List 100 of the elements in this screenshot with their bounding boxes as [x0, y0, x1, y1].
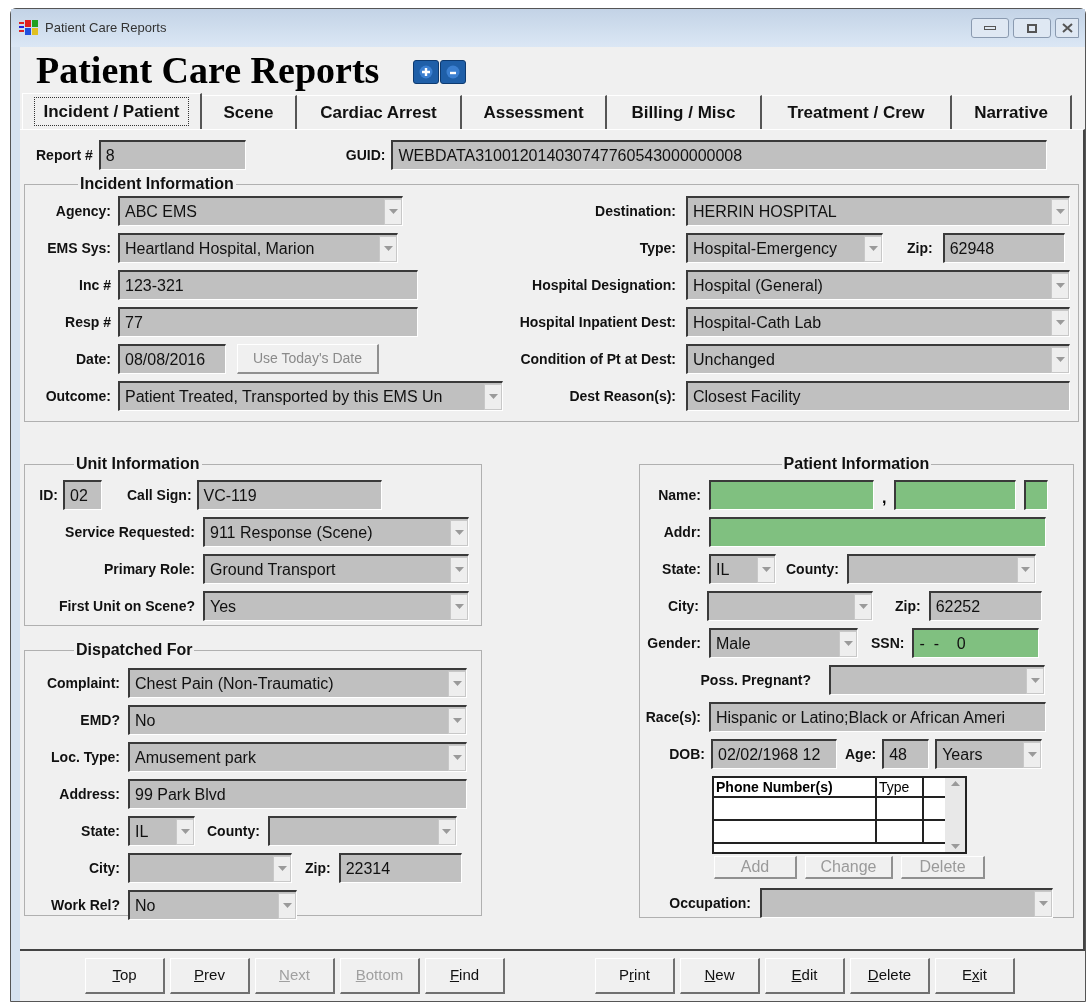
- dropdown-field[interactable]: No: [128, 705, 467, 735]
- field-label: Condition of Pt at Dest:: [520, 350, 676, 367]
- tab[interactable]: Incident / Patient: [22, 93, 202, 129]
- text-field[interactable]: 123-321: [118, 270, 418, 300]
- tab[interactable]: Assessment: [462, 95, 607, 129]
- text-field[interactable]: [709, 480, 874, 510]
- dropdown-field[interactable]: Years: [935, 739, 1043, 769]
- remove-button[interactable]: [440, 60, 467, 84]
- dropdown-field[interactable]: [707, 591, 873, 621]
- field-label: First Unit on Scene?: [58, 597, 195, 614]
- caret-icon: [868, 246, 878, 251]
- field-label: Poss. Pregnant?: [700, 671, 811, 688]
- text-field[interactable]: 77: [118, 307, 418, 337]
- dropdown-field[interactable]: Chest Pain (Non-Traumatic): [128, 668, 467, 698]
- field-label: Outcome:: [45, 387, 111, 404]
- text-field[interactable]: 62948: [942, 233, 1065, 263]
- field-label: Loc. Type:: [51, 748, 120, 765]
- dropdown-field[interactable]: Male: [709, 628, 858, 658]
- field-label: Age:: [845, 745, 877, 762]
- caret-icon: [454, 567, 464, 572]
- form-button[interactable]: Find: [425, 958, 505, 994]
- field-label: Destination:: [595, 202, 676, 219]
- caret-icon: [282, 903, 292, 908]
- text-field[interactable]: 8: [98, 140, 246, 170]
- close-button[interactable]: [1055, 18, 1079, 38]
- scroll-down-icon: [950, 844, 960, 849]
- form-button[interactable]: New: [680, 958, 760, 994]
- dropdown-field[interactable]: Amusement park: [128, 742, 467, 772]
- scrollbar[interactable]: [945, 778, 965, 852]
- field-label: Zip:: [305, 859, 331, 876]
- form-button[interactable]: Print: [595, 958, 675, 994]
- tab[interactable]: Cardiac Arrest: [297, 95, 462, 129]
- tab[interactable]: Narrative: [952, 95, 1072, 129]
- dropdown-field[interactable]: ABC EMS: [118, 196, 403, 226]
- dropdown-field[interactable]: 911 Response (Scene): [203, 517, 469, 547]
- dropdown-field[interactable]: HERRIN HOSPITAL: [686, 196, 1070, 226]
- field-label: Address:: [59, 785, 120, 802]
- text-field[interactable]: 62252: [928, 591, 1042, 621]
- text-field[interactable]: Closest Facility: [686, 381, 1070, 411]
- text-field[interactable]: 48: [882, 739, 930, 769]
- field-label: Zip:: [895, 597, 921, 614]
- dropdown-field[interactable]: Hospital-Emergency: [686, 233, 883, 263]
- text-field[interactable]: 02/02/1968 12: [711, 739, 837, 769]
- field-label: EMS Sys:: [47, 239, 111, 256]
- form-button[interactable]: Top: [85, 958, 165, 994]
- field-label: EMD?: [80, 711, 120, 728]
- caret-icon: [180, 829, 190, 834]
- text-field[interactable]: Hispanic or Latino;Black or African Ameri: [709, 702, 1046, 732]
- field-label: Call Sign:: [127, 486, 192, 503]
- text-field[interactable]: 02: [63, 480, 102, 510]
- maximize-button[interactable]: [1013, 18, 1051, 38]
- text-field[interactable]: WEBDATA310012014030747760543000000008: [391, 140, 1048, 170]
- dropdown-field[interactable]: IL: [128, 816, 195, 846]
- text-field[interactable]: VC-119: [196, 480, 382, 510]
- dropdown-field[interactable]: [829, 665, 1045, 695]
- dropdown-field[interactable]: Ground Transport: [203, 554, 469, 584]
- text-field[interactable]: 08/08/2016: [118, 344, 226, 374]
- caret-icon: [442, 829, 452, 834]
- dropdown-field[interactable]: Patient Treated, Transported by this EMS Un: [118, 381, 503, 411]
- minimize-button[interactable]: [971, 18, 1009, 38]
- field-label: State:: [81, 822, 120, 839]
- dropdown-field[interactable]: [846, 554, 1036, 584]
- text-field[interactable]: - - 0: [912, 628, 1040, 658]
- text-field[interactable]: 22314: [338, 853, 462, 883]
- field-label: Gender:: [647, 634, 701, 651]
- dropdown-field[interactable]: Yes: [203, 591, 469, 621]
- dropdown-field[interactable]: Unchanged: [686, 344, 1070, 374]
- tab[interactable]: Scene: [202, 95, 297, 129]
- dropdown-field[interactable]: [760, 888, 1053, 918]
- add-button[interactable]: [413, 60, 440, 84]
- caret-icon: [1055, 320, 1065, 325]
- caret-icon: [761, 567, 771, 572]
- caret-icon: [1030, 678, 1040, 683]
- dropdown-field[interactable]: No: [128, 890, 297, 920]
- form-button[interactable]: Prev: [170, 958, 250, 994]
- text-field[interactable]: [709, 517, 1046, 547]
- dropdown-field[interactable]: Hospital-Cath Lab: [686, 307, 1070, 337]
- field-label: City:: [667, 597, 699, 614]
- dropdown-field[interactable]: Heartland Hospital, Marion: [118, 233, 398, 263]
- field-label: Zip:: [907, 239, 933, 256]
- column-header: Phone Number(s): [714, 778, 877, 796]
- field-label: Complaint:: [46, 674, 120, 691]
- tab[interactable]: Treatment / Crew: [762, 95, 952, 129]
- field-label: Name:: [658, 486, 701, 503]
- field-label: SSN:: [871, 634, 905, 651]
- dropdown-field[interactable]: IL: [709, 554, 776, 584]
- form-button[interactable]: Exit: [935, 958, 1015, 994]
- field-label: County:: [207, 822, 260, 839]
- text-field[interactable]: [894, 480, 1017, 510]
- dropdown-field[interactable]: [128, 853, 292, 883]
- text-field[interactable]: 99 Park Blvd: [128, 779, 467, 809]
- scroll-up-icon: [950, 781, 960, 786]
- text-field[interactable]: [1024, 480, 1049, 510]
- tab[interactable]: Billing / Misc: [607, 95, 762, 129]
- app-title: Patient Care Reports: [36, 51, 380, 89]
- field-label: City:: [88, 859, 120, 876]
- dropdown-field[interactable]: [267, 816, 457, 846]
- form-button[interactable]: Edit: [765, 958, 845, 994]
- dropdown-field[interactable]: Hospital (General): [686, 270, 1070, 300]
- form-button[interactable]: Delete: [850, 958, 930, 994]
